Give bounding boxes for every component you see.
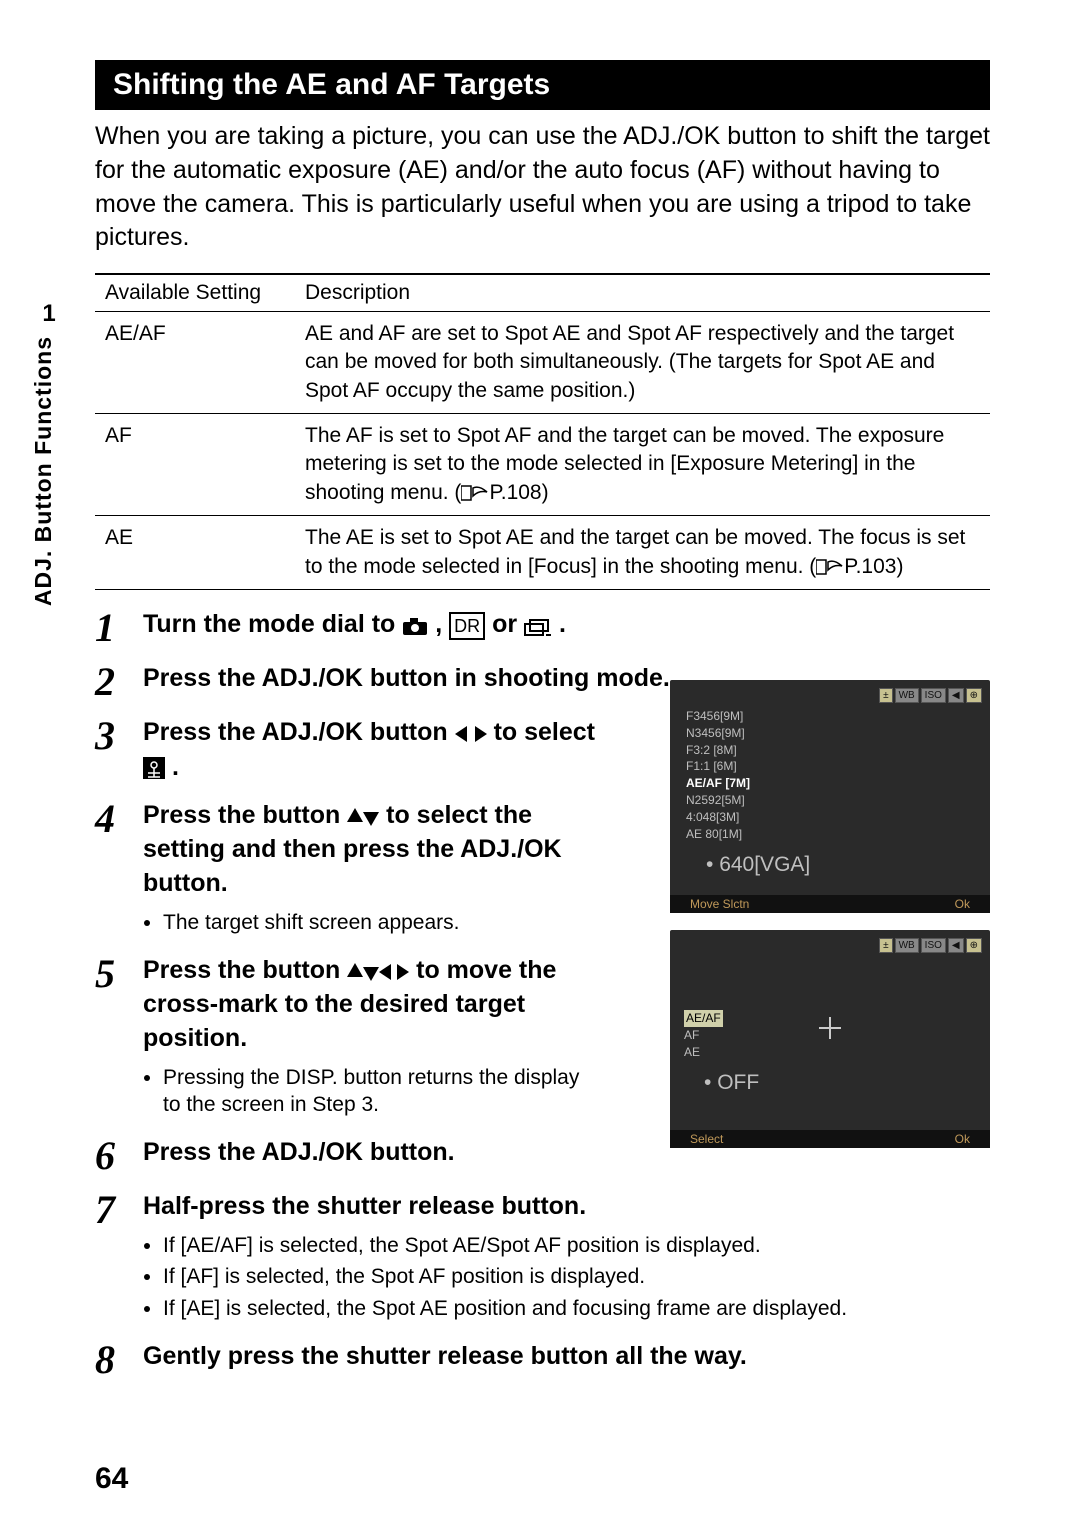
lcd1-icon-row: ± WB ISO ◀ ⊕ bbox=[879, 688, 982, 703]
up-down-arrows-icon bbox=[347, 799, 379, 833]
four-way-arrows-icon bbox=[347, 954, 409, 988]
left-right-arrows-icon bbox=[455, 717, 487, 751]
lcd1-list: F3456[9M] N3456[9M] F3:2 [8M] F1:1 [6M] … bbox=[670, 680, 990, 880]
reference-icon bbox=[816, 553, 844, 581]
step-6: 6 Press the ADJ./OK button. bbox=[95, 1136, 595, 1176]
chapter-title: ADJ. Button Functions bbox=[30, 336, 57, 606]
burst-mode-icon bbox=[524, 609, 552, 643]
step-4: 4 Press the button to select the setting… bbox=[95, 799, 595, 940]
sidebar: 1 ADJ. Button Functions bbox=[30, 300, 68, 606]
step-1: 1 Turn the mode dial to , DR or . bbox=[95, 608, 990, 648]
crosshair-icon bbox=[819, 1017, 841, 1039]
page-number: 64 bbox=[95, 1462, 128, 1496]
table-head-setting: Available Setting bbox=[95, 274, 295, 312]
table-row: AE The AE is set to Spot AE and the targ… bbox=[95, 516, 990, 590]
reference-icon bbox=[461, 479, 489, 507]
lcd-screenshot-2: ± WB ISO ◀ ⊕ AE/AF AF AE OFF SelectOk bbox=[670, 930, 990, 1148]
dr-mode-icon: DR bbox=[449, 612, 485, 640]
step-3: 3 Press the ADJ./OK button to select . bbox=[95, 716, 595, 785]
target-icon bbox=[143, 751, 165, 785]
intro-text: When you are taking a picture, you can u… bbox=[95, 120, 990, 255]
step-7: 7 Half-press the shutter release button.… bbox=[95, 1190, 990, 1326]
lcd2-list: AE/AF AF AE OFF bbox=[670, 930, 990, 1098]
table-head-description: Description bbox=[295, 274, 990, 312]
settings-table: Available Setting Description AE/AF AE a… bbox=[95, 273, 990, 590]
step-8: 8 Gently press the shutter release butto… bbox=[95, 1340, 990, 1380]
lcd2-icon-row: ± WB ISO ◀ ⊕ bbox=[879, 938, 982, 953]
chapter-number: 1 bbox=[30, 300, 68, 328]
lcd-screenshot-1: ± WB ISO ◀ ⊕ F3456[9M] N3456[9M] F3:2 [8… bbox=[670, 680, 990, 913]
page-title: Shifting the AE and AF Targets bbox=[95, 60, 990, 110]
table-row: AE/AF AE and AF are set to Spot AE and S… bbox=[95, 312, 990, 414]
step-5: 5 Press the button to move the cross-mar… bbox=[95, 954, 595, 1122]
camera-icon bbox=[402, 609, 428, 643]
table-row: AF The AF is set to Spot AF and the targ… bbox=[95, 414, 990, 516]
